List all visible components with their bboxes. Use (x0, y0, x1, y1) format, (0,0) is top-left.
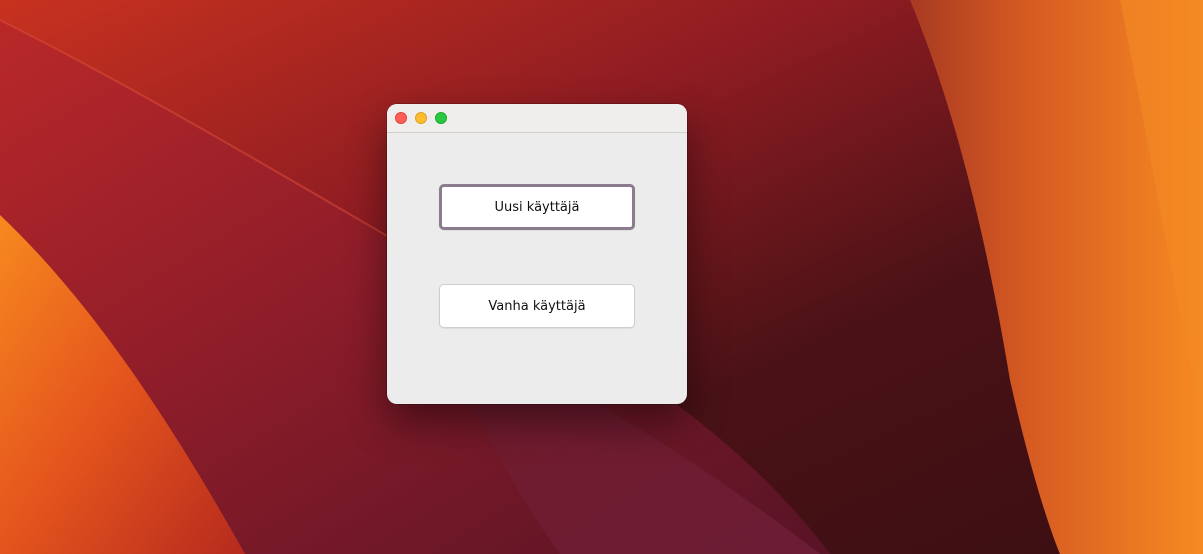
minimize-window-button[interactable] (415, 112, 427, 124)
app-window: Uusi käyttäjä Vanha käyttäjä (387, 104, 687, 404)
old-user-button[interactable]: Vanha käyttäjä (439, 284, 635, 328)
new-user-button[interactable]: Uusi käyttäjä (439, 184, 635, 230)
window-content: Uusi käyttäjä Vanha käyttäjä (387, 133, 687, 404)
desktop: Uusi käyttäjä Vanha käyttäjä (0, 0, 1203, 554)
window-titlebar[interactable] (387, 104, 687, 133)
zoom-window-button[interactable] (435, 112, 447, 124)
new-user-button-label: Uusi käyttäjä (494, 199, 580, 215)
old-user-button-label: Vanha käyttäjä (488, 298, 586, 314)
close-window-button[interactable] (395, 112, 407, 124)
